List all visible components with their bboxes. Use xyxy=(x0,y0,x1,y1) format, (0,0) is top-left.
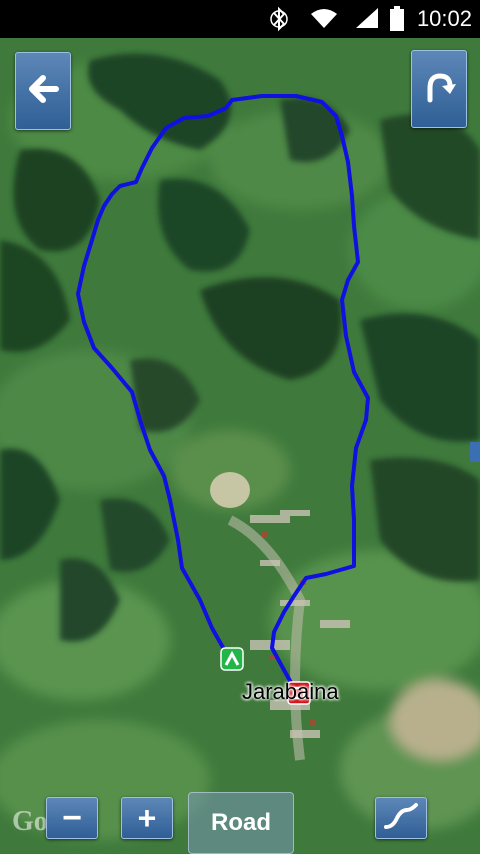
start-marker[interactable] xyxy=(220,647,244,671)
signal-icon xyxy=(354,6,380,35)
reroute-button[interactable] xyxy=(411,50,467,128)
battery-icon xyxy=(390,6,404,37)
wifi-icon xyxy=(310,6,338,35)
elevation-profile-icon xyxy=(383,802,419,835)
zoom-out-button[interactable]: − xyxy=(46,797,98,839)
arrow-left-icon xyxy=(26,72,60,111)
back-button[interactable] xyxy=(15,52,71,130)
map-view[interactable] xyxy=(0,38,480,854)
elevation-button[interactable] xyxy=(375,797,427,839)
side-panel-tab[interactable] xyxy=(470,442,480,462)
bluetooth-icon xyxy=(270,6,288,37)
zoom-in-label: + xyxy=(137,799,157,836)
satellite-map[interactable] xyxy=(0,38,480,854)
curved-arrow-icon xyxy=(422,70,456,109)
zoom-in-button[interactable]: + xyxy=(121,797,173,839)
zoom-out-label: − xyxy=(62,798,82,837)
place-label: Jaraba‌ina xyxy=(242,679,339,704)
clock: 10:02 xyxy=(416,6,472,31)
status-bar: 10:02 xyxy=(0,0,480,38)
map-type-button[interactable]: Road xyxy=(188,792,294,854)
